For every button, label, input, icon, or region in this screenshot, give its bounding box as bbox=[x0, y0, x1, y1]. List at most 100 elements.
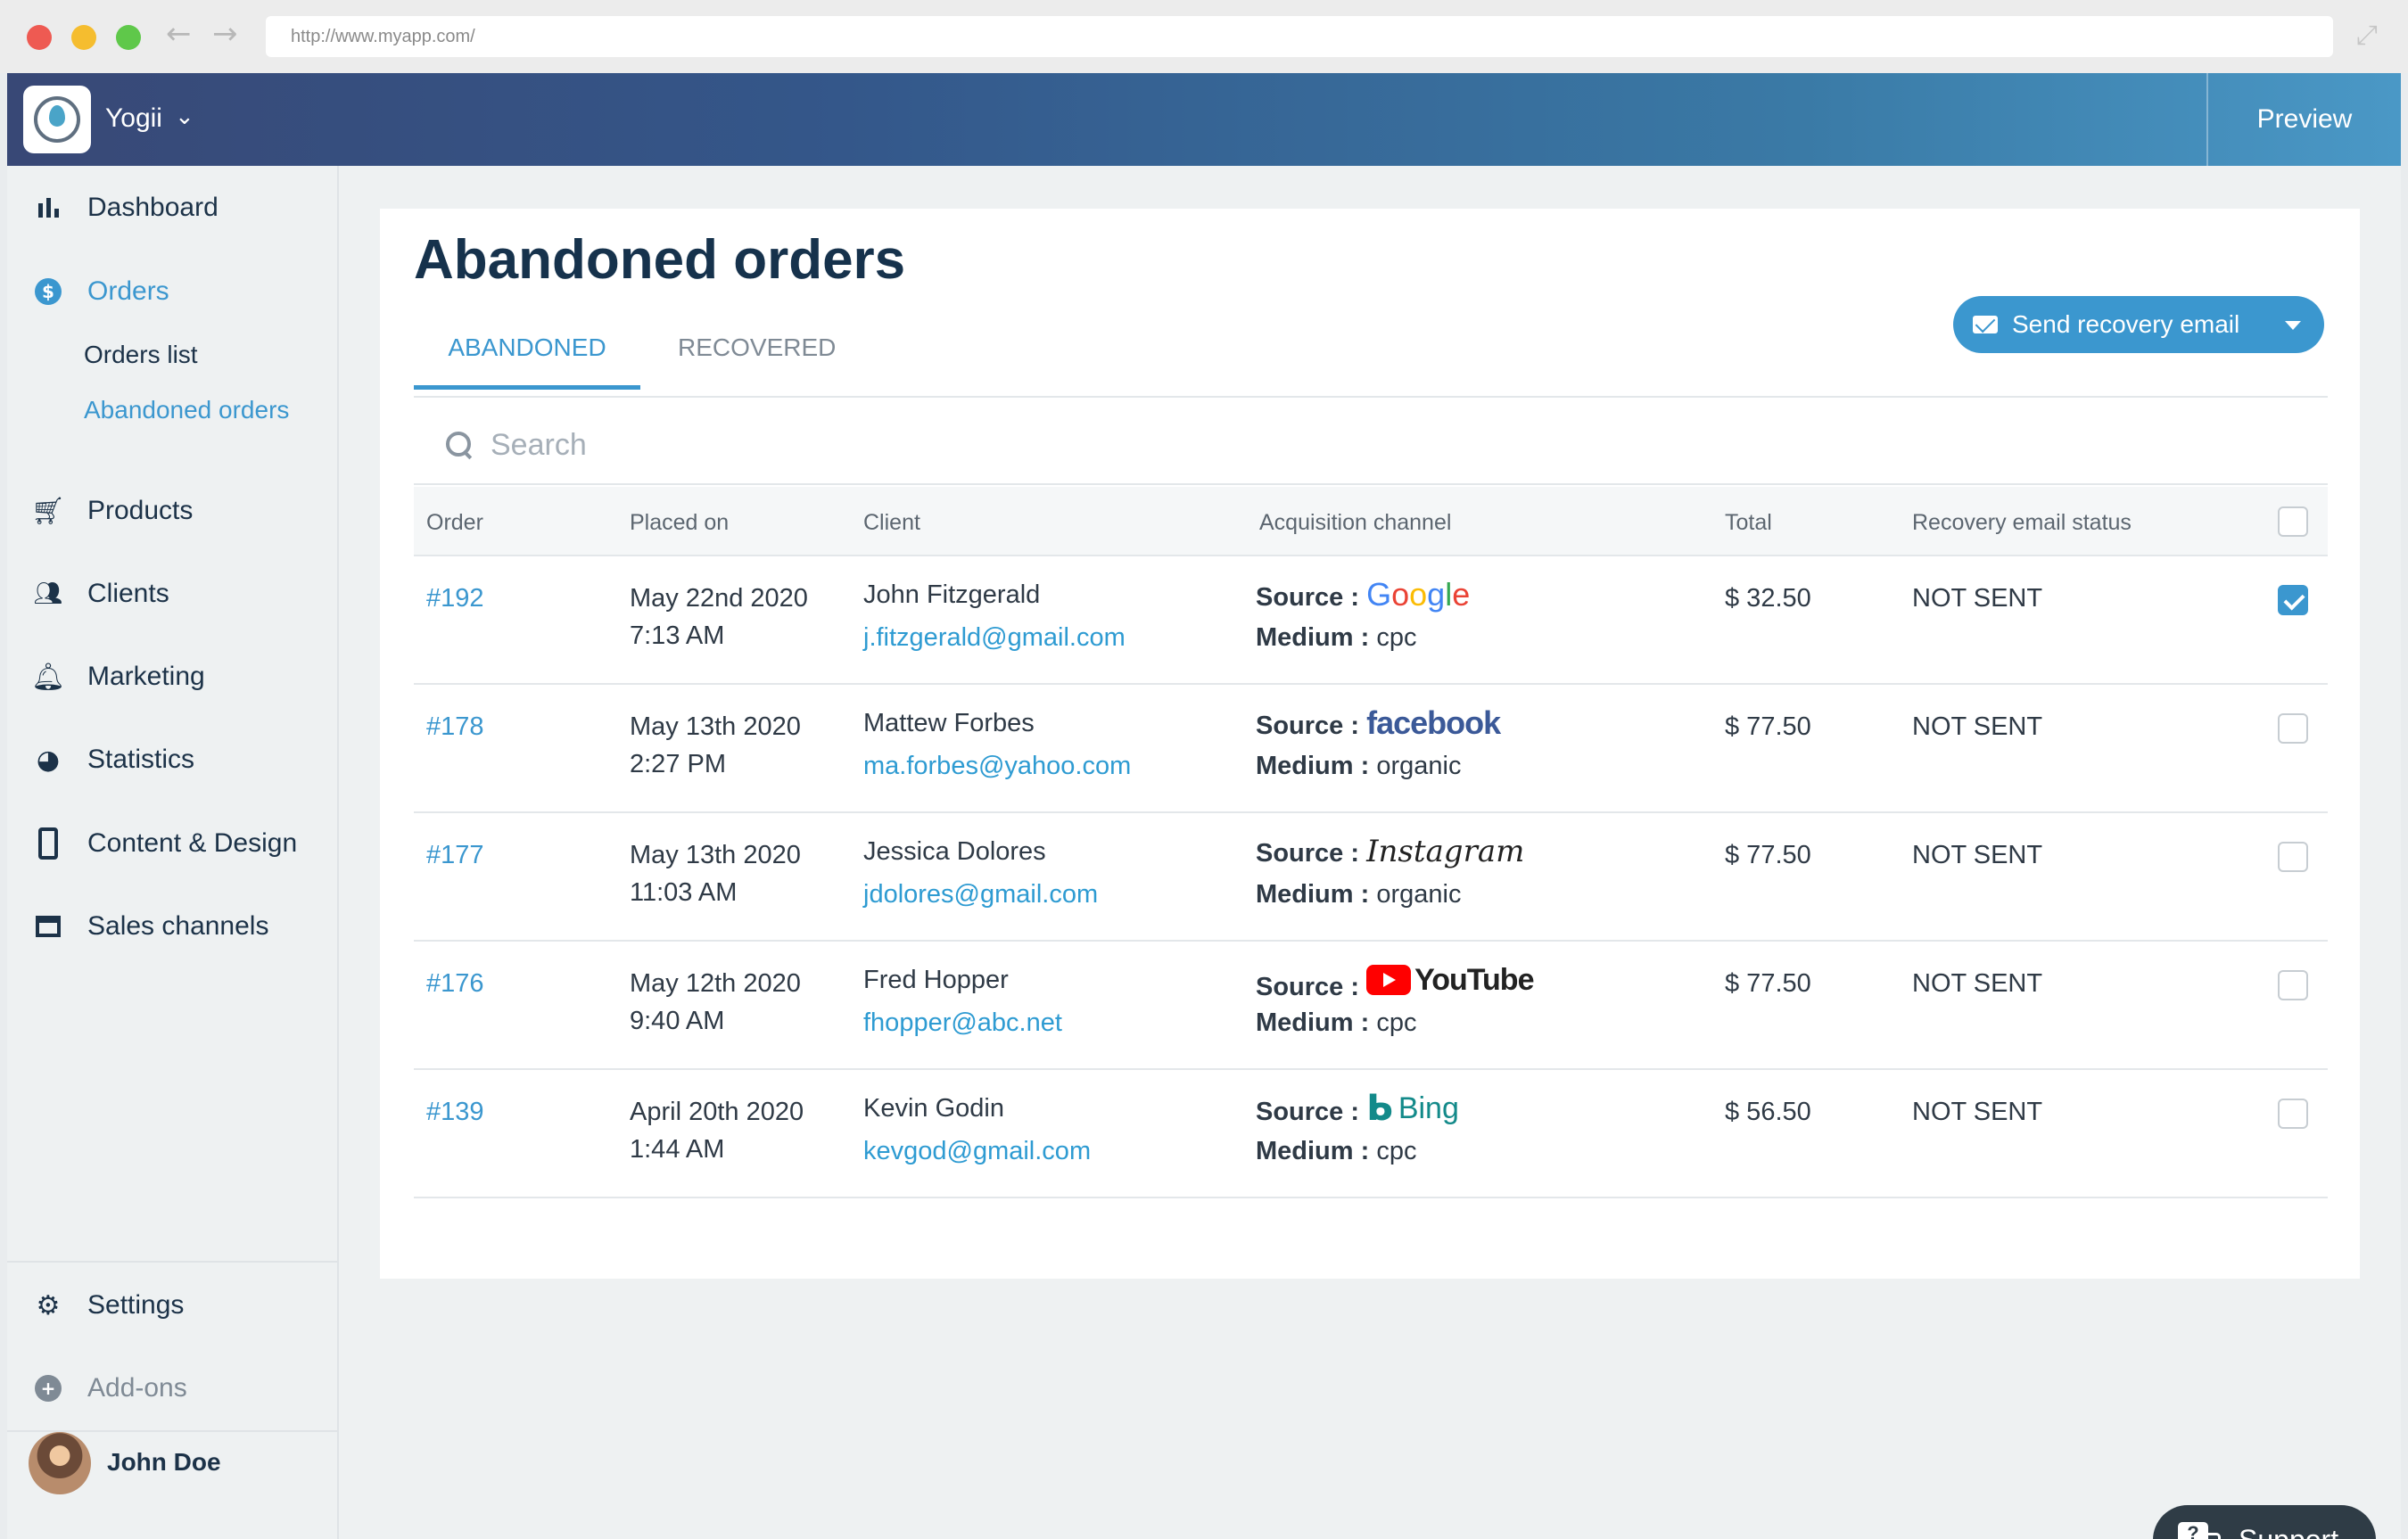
send-recovery-email-button[interactable]: Send recovery email bbox=[1953, 296, 2324, 353]
expand-icon[interactable]: ⤢ bbox=[2356, 20, 2378, 51]
table-header: Order Placed on Client Acquisition chann… bbox=[414, 487, 2328, 556]
placed-on-date: May 13th 2020 bbox=[630, 712, 801, 741]
tabs-divider bbox=[414, 396, 2328, 398]
instagram-logo: Instagram bbox=[1366, 834, 1525, 869]
envelope-icon bbox=[1973, 316, 1998, 333]
dollar-circle-icon: $ bbox=[32, 276, 64, 308]
sidebar-item-label: Statistics bbox=[87, 745, 195, 774]
medium-value: organic bbox=[1376, 880, 1462, 909]
client-email-link[interactable]: j.fitzgerald@gmail.com bbox=[863, 619, 1126, 656]
preview-button[interactable]: Preview bbox=[2206, 73, 2401, 166]
user-name[interactable]: John Doe bbox=[107, 1448, 221, 1477]
gear-icon: ⚙ bbox=[36, 1289, 61, 1321]
table-row[interactable]: #192 May 22nd 2020 7:13 AM John Fitzgera… bbox=[414, 556, 2328, 685]
source-prefix: Source : bbox=[1256, 1098, 1360, 1126]
recovery-status: NOT SENT bbox=[1912, 1098, 2043, 1126]
pie-chart-icon: ◕ bbox=[36, 744, 61, 776]
client-email-link[interactable]: ma.forbes@yahoo.com bbox=[863, 747, 1131, 785]
medium-value: cpc bbox=[1376, 1008, 1417, 1037]
cart-icon: 🛒︎ bbox=[30, 495, 66, 527]
source-line: Source : facebook bbox=[1256, 704, 1501, 745]
row-checkbox[interactable] bbox=[2278, 970, 2308, 1000]
order-number-link[interactable]: #192 bbox=[426, 580, 484, 617]
bing-wordmark: Bing bbox=[1398, 1091, 1459, 1125]
sidebar-item-label: Content & Design bbox=[87, 828, 298, 858]
column-header-order: Order bbox=[426, 510, 483, 535]
google-logo: Google bbox=[1366, 576, 1471, 613]
medium-prefix: Medium : bbox=[1256, 623, 1370, 652]
avatar[interactable] bbox=[29, 1432, 91, 1494]
close-window-dot[interactable] bbox=[27, 25, 52, 50]
source-line: Source : Instagram bbox=[1256, 833, 1524, 872]
table-row[interactable]: #176 May 12th 2020 9:40 AM Fred Hopper f… bbox=[414, 942, 2328, 1070]
table-row[interactable]: #139 April 20th 2020 1:44 AM Kevin Godin… bbox=[414, 1070, 2328, 1198]
brand-logo[interactable] bbox=[23, 86, 91, 153]
store-icon bbox=[32, 910, 64, 942]
sidebar-item-clients[interactable]: 👥︎ Clients bbox=[32, 572, 169, 616]
client-email-link[interactable]: jdolores@gmail.com bbox=[863, 876, 1098, 913]
medium-line: Medium : organic bbox=[1256, 876, 1461, 913]
medium-value: cpc bbox=[1376, 1137, 1417, 1165]
url-bar[interactable]: http://www.myapp.com/ bbox=[266, 16, 2333, 57]
table-row[interactable]: #177 May 13th 2020 11:03 AM Jessica Dolo… bbox=[414, 813, 2328, 942]
client-name: Mattew Forbes bbox=[863, 709, 1035, 737]
tab-abandoned[interactable]: ABANDONED bbox=[414, 333, 640, 390]
sidebar-item-label: Clients bbox=[87, 579, 169, 608]
sidebar-item-statistics[interactable]: ◕ Statistics bbox=[32, 737, 194, 782]
medium-line: Medium : organic bbox=[1256, 747, 1461, 785]
source-prefix: Source : bbox=[1256, 973, 1360, 1001]
sidebar-item-marketing[interactable]: 🔔︎ Marketing bbox=[30, 654, 205, 699]
brand-name[interactable]: Yogii bbox=[105, 103, 162, 134]
sidebar-item-sales-channels[interactable]: Sales channels bbox=[32, 904, 268, 949]
placed-on-date: May 22nd 2020 bbox=[630, 584, 808, 613]
order-number-link[interactable]: #176 bbox=[426, 965, 484, 1002]
youtube-logo: YouTube bbox=[1366, 961, 1534, 999]
client-email-link[interactable]: kevgod@gmail.com bbox=[863, 1132, 1091, 1170]
sidebar-subitem-abandoned-orders[interactable]: Abandoned orders bbox=[84, 396, 289, 424]
client-name: John Fitzgerald bbox=[863, 580, 1041, 609]
sidebar-item-products[interactable]: 🛒︎ Products bbox=[30, 489, 193, 533]
chevron-down-icon[interactable]: ⌄ bbox=[175, 103, 194, 130]
order-total: $ 77.50 bbox=[1725, 969, 1811, 998]
placed-on-time: 1:44 AM bbox=[630, 1135, 725, 1164]
source-line: Source : YouTube bbox=[1256, 961, 1534, 1006]
drop-icon bbox=[49, 105, 65, 127]
order-number-link[interactable]: #177 bbox=[426, 836, 484, 874]
order-number-link[interactable]: #178 bbox=[426, 708, 484, 745]
medium-line: Medium : cpc bbox=[1256, 1004, 1416, 1041]
table-row[interactable]: #178 May 13th 2020 2:27 PM Mattew Forbes… bbox=[414, 685, 2328, 813]
sidebar-item-orders[interactable]: $ Orders bbox=[32, 269, 169, 314]
sidebar-item-settings[interactable]: ⚙ Settings bbox=[32, 1283, 185, 1328]
search-input[interactable] bbox=[491, 427, 2096, 463]
row-checkbox[interactable] bbox=[2278, 713, 2308, 744]
placed-on-time: 2:27 PM bbox=[630, 750, 726, 778]
maximize-window-dot[interactable] bbox=[116, 25, 141, 50]
order-number-link[interactable]: #139 bbox=[426, 1093, 484, 1131]
forward-arrow-icon[interactable]: → bbox=[212, 16, 238, 52]
order-total: $ 77.50 bbox=[1725, 841, 1811, 869]
sidebar-item-add-ons[interactable]: + Add-ons bbox=[32, 1366, 187, 1411]
facebook-logo: facebook bbox=[1366, 704, 1501, 741]
row-checkbox[interactable] bbox=[2278, 585, 2308, 615]
minimize-window-dot[interactable] bbox=[71, 25, 96, 50]
sidebar-divider bbox=[7, 1261, 337, 1263]
client-email-link[interactable]: fhopper@abc.net bbox=[863, 1004, 1062, 1041]
back-arrow-icon[interactable]: ← bbox=[166, 16, 192, 52]
bell-icon: 🔔︎ bbox=[30, 661, 66, 693]
select-all-checkbox[interactable] bbox=[2278, 506, 2308, 537]
sidebar-item-dashboard[interactable]: Dashboard bbox=[32, 185, 219, 230]
caret-down-icon[interactable] bbox=[2285, 321, 2301, 330]
plus-circle-icon: + bbox=[32, 1372, 64, 1404]
row-checkbox[interactable] bbox=[2278, 842, 2308, 872]
tab-recovered[interactable]: RECOVERED bbox=[678, 333, 836, 385]
phone-icon bbox=[32, 827, 64, 860]
order-total: $ 77.50 bbox=[1725, 712, 1811, 741]
row-checkbox[interactable] bbox=[2278, 1099, 2308, 1129]
sidebar-subitem-orders-list[interactable]: Orders list bbox=[84, 341, 198, 369]
support-button[interactable]: ? Support bbox=[2153, 1505, 2376, 1539]
sidebar-item-content-design[interactable]: Content & Design bbox=[32, 821, 297, 866]
medium-prefix: Medium : bbox=[1256, 752, 1370, 780]
bing-logo: ᖯ Bing bbox=[1366, 1090, 1459, 1127]
order-total: $ 32.50 bbox=[1725, 584, 1811, 613]
medium-line: Medium : cpc bbox=[1256, 619, 1416, 656]
